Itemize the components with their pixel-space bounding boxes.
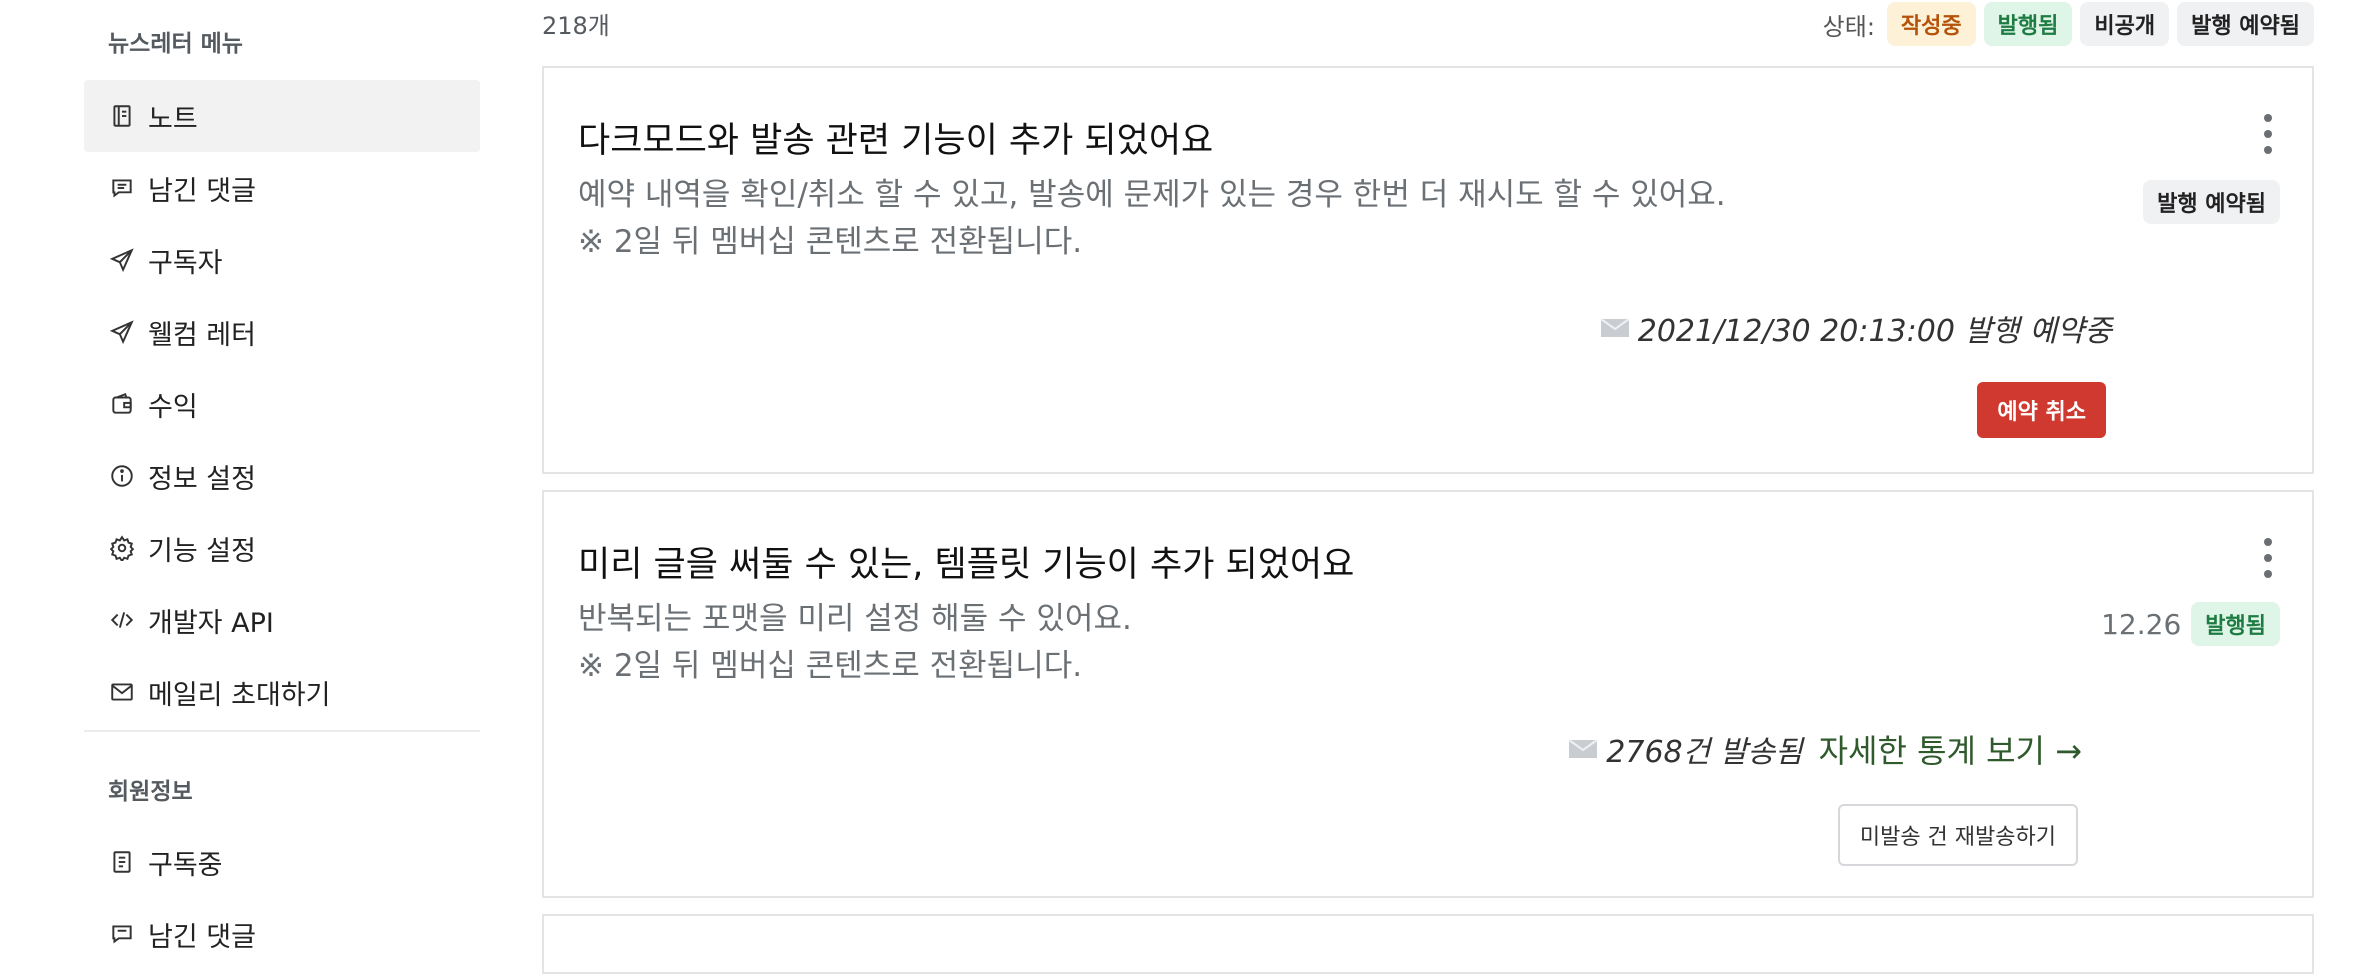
membership-notice: ※ 2일 뒤 멤버십 콘텐츠로 전환됩니다.: [578, 224, 1083, 260]
status-label: 상태:: [1822, 12, 1875, 41]
info-icon: [108, 462, 136, 490]
delivery-info: 2768건 발송됨 자세한 통계 보기 →: [1568, 726, 2082, 772]
post-meta: 12.26 발행됨: [2101, 602, 2280, 646]
sidebar-item-invite[interactable]: 메일리 초대하기: [84, 656, 480, 728]
resend-unsent-button[interactable]: 미발송 건 재발송하기: [1837, 804, 2078, 866]
post-meta: 발행 예약됨: [2143, 180, 2280, 224]
main-content: 218개 상태: 작성중 발행됨 비공개 발행 예약됨 다크모드와 발송 관련 …: [542, 0, 2314, 974]
envelope-icon: [1568, 739, 1598, 758]
sidebar-item-feature-settings[interactable]: 기능 설정: [84, 512, 480, 584]
post-title[interactable]: 다크모드와 발송 관련 기능이 추가 되었어요: [578, 112, 1213, 163]
sidebar-item-comments[interactable]: 남긴 댓글: [84, 152, 480, 224]
sidebar-item-subscribers[interactable]: 구독자: [84, 224, 480, 296]
status-badge-private: 비공개: [2080, 2, 2170, 46]
more-options-icon[interactable]: [2258, 538, 2278, 578]
schedule-info: 2021/12/30 20:13:00 발행 예약중: [1600, 306, 2112, 350]
sidebar-item-label: 노트: [148, 103, 198, 135]
sidebar-item-info-settings[interactable]: 정보 설정: [84, 440, 480, 512]
sidebar-item-subscribing[interactable]: 구독중: [84, 826, 480, 898]
cancel-schedule-button[interactable]: 예약 취소: [1977, 382, 2106, 438]
status-badge-draft: 작성중: [1886, 2, 1976, 46]
sidebar-item-label: 개발자 API: [148, 607, 274, 639]
post-date: 12.26: [2101, 607, 2182, 641]
member-info-title: 회원정보: [108, 779, 193, 805]
sidebar-divider: [84, 730, 480, 732]
post-card[interactable]: [542, 914, 2314, 974]
sidebar-item-label: 구독자: [148, 247, 223, 279]
notebook-icon: [108, 102, 136, 130]
sidebar-item-label: 남긴 댓글: [148, 921, 256, 953]
post-description-line: 반복되는 포맷을 미리 설정 해둘 수 있어요.: [578, 601, 1132, 637]
sidebar-item-label: 웰컴 레터: [148, 319, 256, 351]
sent-count: 2768건 발송됨: [1606, 735, 1803, 770]
mail-icon: [108, 678, 136, 706]
status-badge: 발행 예약됨: [2143, 180, 2280, 224]
post-description-line: 예약 내역을 확인/취소 할 수 있고, 발송에 문제가 있는 경우 한번 더 …: [578, 177, 1726, 213]
envelope-icon: [1600, 318, 1630, 337]
schedule-text: 2021/12/30 20:13:00 발행 예약중: [1637, 314, 2112, 349]
post-description: 반복되는 포맷을 미리 설정 해둘 수 있어요. ※ 2일 뒤 멤버십 콘텐츠로…: [578, 596, 1132, 690]
sidebar-item-welcome-letter[interactable]: 웰컴 레터: [84, 296, 480, 368]
sidebar-item-label: 정보 설정: [148, 463, 256, 495]
post-card[interactable]: 미리 글을 써둘 수 있는, 템플릿 기능이 추가 되었어요 반복되는 포맷을 …: [542, 490, 2314, 898]
sidebar-item-my-comments[interactable]: 남긴 댓글: [84, 898, 480, 970]
comment-icon: [108, 174, 136, 202]
send-icon: [108, 246, 136, 274]
sidebar-item-revenue[interactable]: 수익: [84, 368, 480, 440]
membership-notice: ※ 2일 뒤 멤버십 콘텐츠로 전환됩니다.: [578, 648, 1083, 684]
sidebar-item-label: 구독중: [148, 849, 223, 881]
wallet-icon: [108, 390, 136, 418]
more-options-icon[interactable]: [2258, 114, 2278, 154]
sidebar-item-notes[interactable]: 노트: [84, 80, 480, 152]
sidebar: 뉴스레터 메뉴 노트 남긴 댓글 구독자 웰컴 레터 수익 정보 설정 기능 설…: [84, 0, 480, 953]
post-count: 218개: [542, 12, 610, 40]
send-icon: [108, 318, 136, 346]
gear-icon: [108, 534, 136, 562]
post-title[interactable]: 미리 글을 써둘 수 있는, 템플릿 기능이 추가 되었어요: [578, 536, 1354, 587]
status-legend: 상태: 작성중 발행됨 비공개 발행 예약됨: [1823, 2, 2314, 46]
sidebar-item-label: 수익: [148, 391, 198, 423]
sidebar-item-label: 메일리 초대하기: [148, 679, 331, 711]
post-card[interactable]: 다크모드와 발송 관련 기능이 추가 되었어요 예약 내역을 확인/취소 할 수…: [542, 66, 2314, 474]
list-icon: [108, 848, 136, 876]
sidebar-item-developer-api[interactable]: 개발자 API: [84, 584, 480, 656]
sidebar-item-label: 기능 설정: [148, 535, 256, 567]
sidebar-item-label: 남긴 댓글: [148, 175, 256, 207]
status-badge-scheduled: 발행 예약됨: [2177, 2, 2314, 46]
newsletter-menu-title: 뉴스레터 메뉴: [108, 31, 243, 57]
post-description: 예약 내역을 확인/취소 할 수 있고, 발송에 문제가 있는 경우 한번 더 …: [578, 172, 1726, 266]
status-badge: 발행됨: [2191, 602, 2280, 646]
code-icon: [108, 606, 136, 634]
status-badge-published: 발행됨: [1983, 2, 2073, 46]
detailed-stats-link[interactable]: 자세한 통계 보기 →: [1819, 726, 2082, 772]
